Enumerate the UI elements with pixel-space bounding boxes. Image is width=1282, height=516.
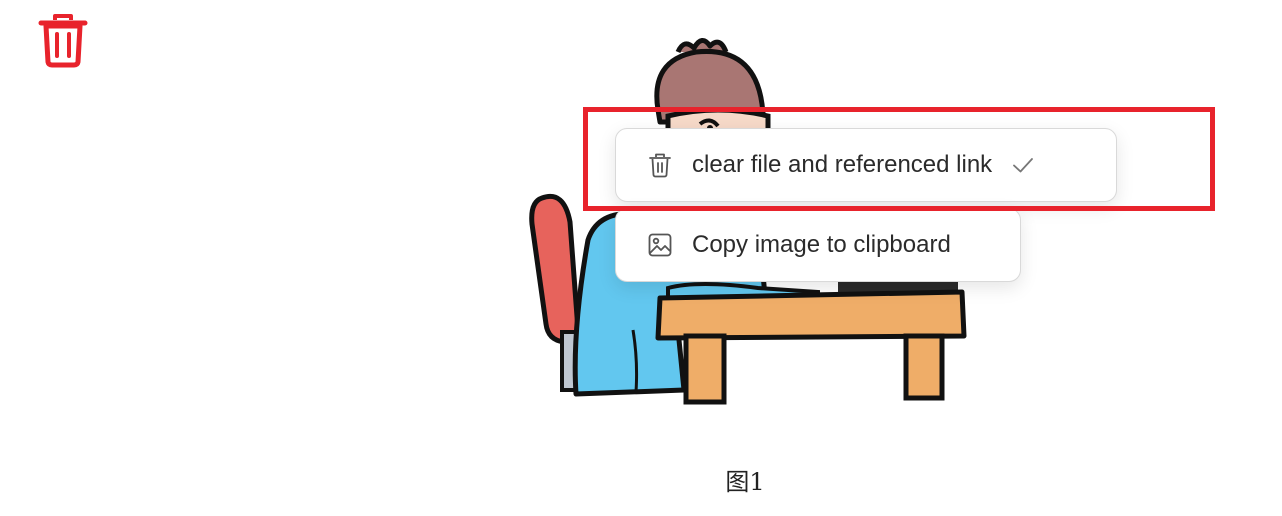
image-icon (648, 233, 672, 257)
menu-item-copy-image[interactable]: Copy image to clipboard (615, 208, 1021, 282)
menu-item-clear-file-and-link[interactable]: clear file and referenced link (615, 128, 1117, 202)
figure-caption: 图1 (725, 468, 765, 496)
menu-item-label: clear file and referenced link (692, 151, 993, 178)
trash-icon (649, 153, 671, 178)
check-icon (1013, 158, 1034, 173)
menu-item-label: Copy image to clipboard (692, 231, 951, 258)
trash-icon[interactable] (38, 12, 88, 68)
